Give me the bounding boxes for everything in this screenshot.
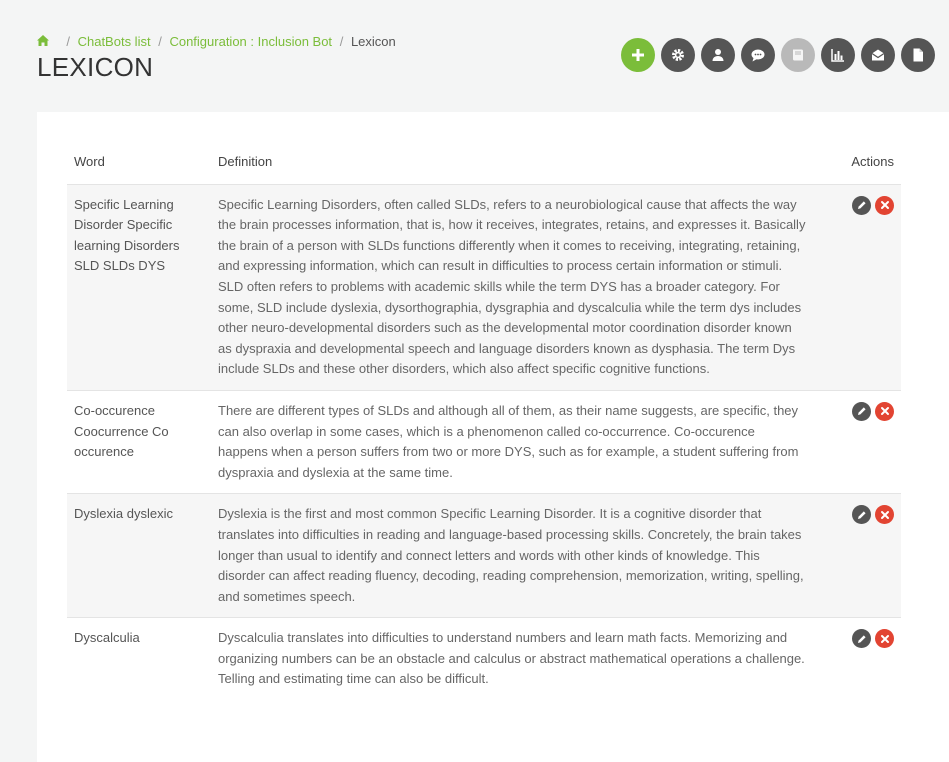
delete-button[interactable] [875,401,894,421]
actions-cell [815,389,901,494]
close-icon [880,510,889,519]
column-header-definition: Definition [218,154,273,169]
word-cell: Co-occurence Coocurrence Co occurence [67,389,211,494]
users-button[interactable] [701,38,735,72]
pencil-icon [857,407,866,416]
pencil-icon [857,635,866,643]
table-header-row: Word Definition Actions [67,150,901,184]
pencil-icon [857,201,866,210]
file-icon [913,48,923,62]
statistics-button[interactable] [821,38,855,72]
column-header-actions: Actions [851,154,894,169]
settings-button[interactable] [661,38,695,72]
page-title: LEXICON [37,52,154,82]
table-row: Specific Learning Disorder Specific lear… [67,183,901,391]
conversations-button[interactable] [741,38,775,72]
home-icon[interactable] [37,35,52,49]
breadcrumb-separator: / [158,34,162,49]
breadcrumb-separator: / [339,34,344,49]
close-icon [880,407,889,416]
user-icon [712,49,724,61]
edit-button[interactable] [852,401,871,421]
edit-button[interactable] [852,505,871,525]
envelope-open-icon [871,49,885,61]
close-icon [880,201,889,210]
chat-bubble-icon [751,49,765,62]
actions-cell [815,617,901,701]
word-cell: Dyscalculia [67,617,211,701]
bar-chart-icon [831,49,844,62]
word-cell: Dyslexia dyslexic [67,493,211,618]
delete-button[interactable] [875,505,894,525]
delete-button[interactable] [875,629,894,649]
delete-button[interactable] [875,195,894,215]
documents-button[interactable] [901,38,935,72]
column-header-word: Word [74,154,105,169]
word-cell: Specific Learning Disorder Specific lear… [67,183,211,391]
close-icon [880,634,889,643]
lexicon-table: Word Definition Actions Specific Learnin… [67,150,901,701]
breadcrumb-separator: / [66,34,70,49]
definition-cell: Dyscalculia translates into difficulties… [211,617,815,701]
breadcrumb-configuration[interactable]: Configuration : Inclusion Bot [169,34,332,49]
edit-button[interactable] [852,195,871,215]
lexicon-button[interactable] [781,38,815,72]
table-row: Dyslexia dyslexic Dyslexia is the first … [67,493,901,618]
breadcrumb-chatbots-list[interactable]: ChatBots list [78,34,151,49]
gear-icon [672,49,684,61]
breadcrumb: / ChatBots list / Configuration : Inclus… [37,34,396,50]
add-button[interactable] [621,38,655,72]
plus-icon [632,49,644,61]
actions-cell [815,183,901,391]
definition-cell: Specific Learning Disorders, often calle… [211,183,815,391]
edit-button[interactable] [852,629,871,649]
table-row: Dyscalculia Dyscalculia translates into … [67,617,901,701]
breadcrumb-current: Lexicon [350,34,396,49]
table-row: Co-occurence Coocurrence Co occurence Th… [67,389,901,494]
definition-cell: Dyslexia is the first and most common Sp… [211,493,815,618]
book-icon [793,49,803,61]
messages-button[interactable] [861,38,895,72]
lexicon-card: Word Definition Actions Specific Learnin… [37,112,949,762]
definition-cell: There are different types of SLDs and al… [211,389,815,494]
pencil-icon [857,511,866,519]
actions-cell [815,493,901,618]
toolbar [621,38,935,72]
